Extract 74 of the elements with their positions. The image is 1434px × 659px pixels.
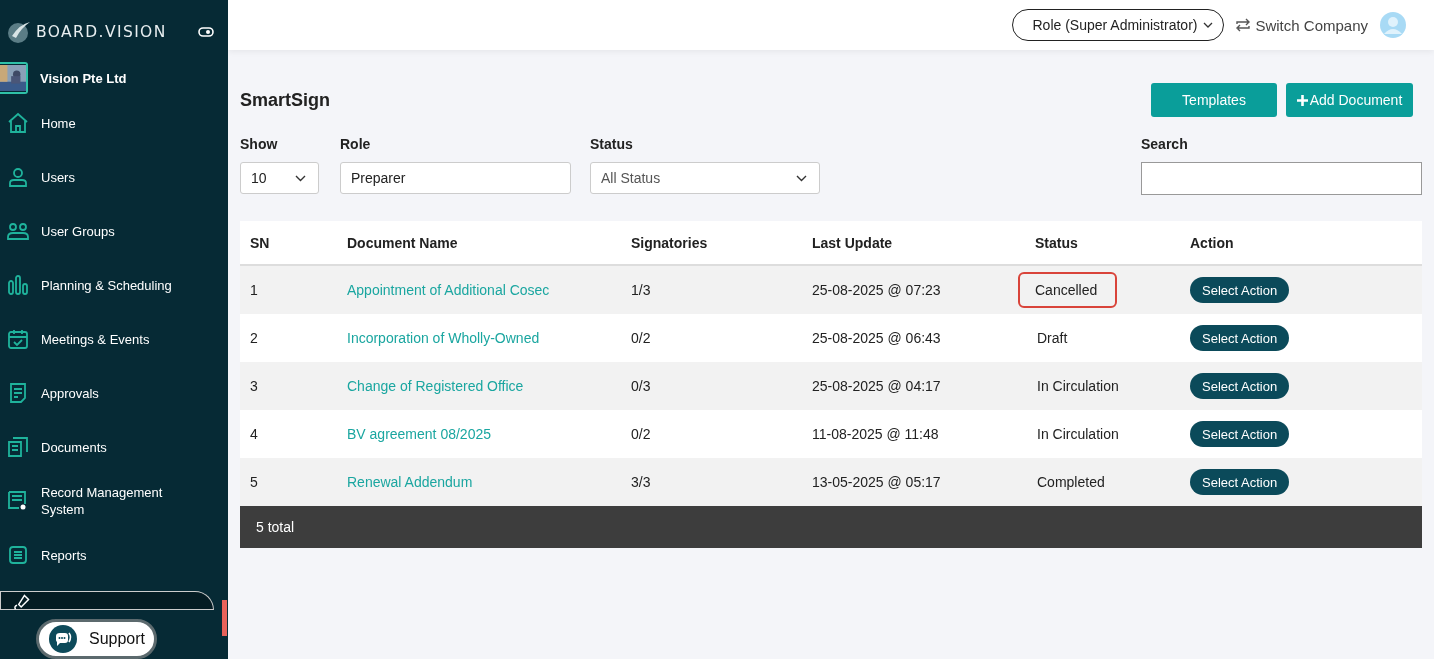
chat-icon (49, 625, 77, 653)
role-label: Role (340, 136, 372, 152)
active-indicator (222, 600, 227, 636)
sidebar-item[interactable] (0, 591, 214, 610)
table-cell-text: 2 (249, 330, 259, 346)
table-cell-text: 5 (249, 474, 259, 490)
column-header: Document Name (346, 234, 459, 251)
document-icon (7, 382, 29, 404)
total-count: 5 total (256, 519, 295, 535)
table-cell-text: 11-08-2025 @ 11:48 (811, 426, 940, 442)
status-cell-text: Draft (1036, 329, 1069, 348)
table-cell-text: 13-05-2025 @ 05:17 (811, 474, 942, 490)
column-header: Last Update (811, 234, 894, 251)
show-select[interactable]: 10 (240, 162, 319, 194)
sidebar-item[interactable]: Documents (0, 420, 228, 474)
document-icon (7, 490, 29, 512)
sidebar-item[interactable]: Home (0, 96, 228, 150)
column-header: Status (1034, 234, 1079, 251)
select-action-button[interactable]: Select Action (1190, 469, 1290, 495)
swap-icon (1236, 18, 1251, 32)
list-icon (7, 544, 29, 566)
status-cell: Cancelled (1018, 272, 1118, 308)
column-header: Action (1189, 234, 1235, 251)
column-header: Signatories (630, 234, 709, 251)
table-cell-text: 0/3 (630, 378, 652, 394)
sidebar-item[interactable]: Planning & Scheduling (0, 258, 228, 312)
brand-name: BOARD.VISION (36, 23, 168, 41)
status-label: Status (590, 136, 634, 152)
status-cell-text: Completed (1036, 473, 1106, 492)
table-cell-text: 3/3 (630, 474, 652, 490)
table-cell-text: 1 (249, 282, 259, 298)
role-field[interactable]: Preparer (340, 162, 571, 194)
sidebar-item[interactable]: User Groups (0, 204, 228, 258)
sidebar-item[interactable]: Meetings & Events (0, 312, 228, 366)
table-cell-text: 25-08-2025 @ 06:43 (811, 330, 942, 346)
select-action-button[interactable]: Select Action (1190, 325, 1290, 351)
chevron-icon (1203, 22, 1214, 28)
plus-icon (1296, 94, 1308, 106)
user-icon (7, 166, 29, 188)
search-label: Search (1141, 136, 1189, 152)
sidebar-item[interactable]: Reports (0, 528, 228, 582)
status-cell-text: In Circulation (1036, 425, 1120, 444)
toggle-icon[interactable] (198, 27, 214, 37)
search-field[interactable] (1141, 162, 1422, 195)
table-cell-text: 25-08-2025 @ 07:23 (811, 282, 942, 298)
select-action-button[interactable]: Select Action (1190, 277, 1290, 303)
page-title: SmartSign (240, 89, 331, 111)
role-dropdown[interactable]: Role (Super Administrator) (1011, 9, 1225, 41)
documents-icon (7, 436, 29, 458)
table-cell-text: 0/2 (630, 330, 652, 346)
show-label: Show (240, 136, 279, 152)
table-cell-text: 3 (249, 378, 259, 394)
chevron-icon (796, 174, 807, 182)
sidebar-item[interactable]: Users (0, 150, 228, 204)
home-icon (7, 112, 29, 134)
select-action-button[interactable]: Select Action (1190, 421, 1290, 447)
table-cell-text: 4 (249, 426, 259, 442)
table-cell-text: 0/2 (630, 426, 652, 442)
bar-chart-icon (7, 274, 29, 296)
status-cell-text: In Circulation (1036, 377, 1120, 396)
switch-company-button[interactable]: Switch Company (1236, 16, 1368, 34)
pen-icon (13, 593, 31, 611)
company-name: Vision Pte Ltd (40, 70, 127, 86)
status-select[interactable]: All Status (590, 162, 820, 194)
support-button[interactable]: Support (36, 619, 157, 659)
sidebar-item[interactable]: Approvals (0, 366, 228, 420)
select-action-button[interactable]: Select Action (1190, 373, 1290, 399)
table-cell-text: 1/3 (630, 282, 652, 298)
users-icon (7, 220, 29, 242)
sidebar-item[interactable]: Record Management System (0, 474, 228, 528)
column-header: SN (249, 234, 271, 251)
chevron-icon (295, 174, 306, 182)
calendar-icon (7, 328, 29, 350)
table-cell-text: 25-08-2025 @ 04:17 (811, 378, 942, 394)
